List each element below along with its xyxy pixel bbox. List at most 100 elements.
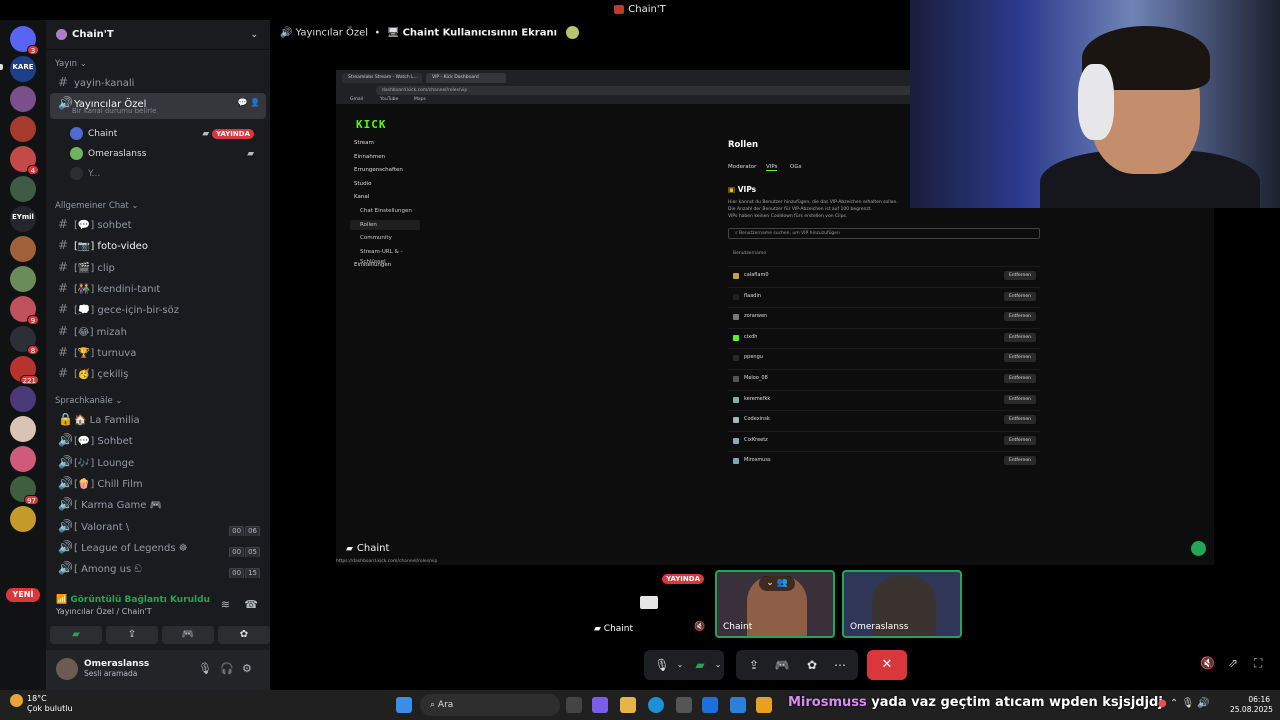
soundboard-icon[interactable]: ✿ [798, 650, 826, 680]
server-icon[interactable]: 4 [10, 146, 39, 175]
channel-yayin-kanali[interactable]: # yayin-kanali [50, 72, 266, 92]
remove-button[interactable]: Entfernen [1004, 271, 1036, 280]
vscode-icon[interactable] [730, 697, 746, 713]
voice-channel[interactable]: 🔊[ Among us ඞ 00 15 [50, 558, 266, 579]
edge-icon[interactable] [648, 697, 664, 713]
file-explorer-icon[interactable] [620, 697, 636, 713]
server-icon[interactable]: 97 [10, 476, 39, 505]
remove-button[interactable]: Entfernen [1004, 291, 1036, 301]
screenshare-icon[interactable]: ⇪ [740, 650, 768, 680]
voice-channel[interactable]: 🔊[ League of Legends ☸ 00 05 [50, 537, 266, 557]
bookmark[interactable]: Maps [414, 97, 426, 102]
server-icon[interactable] [10, 386, 36, 412]
gamepad-icon[interactable]: 🎮 [768, 650, 796, 680]
more-icon[interactable]: ⋯ [826, 650, 854, 680]
volume-icon[interactable]: 🔊 [1197, 698, 1209, 709]
task-view-icon[interactable] [566, 697, 582, 713]
text-channel[interactable]: # [💭] gece-için-bir-söz [50, 299, 266, 319]
server-icon[interactable]: 8 [10, 326, 39, 355]
call-tile-stream[interactable]: YAYINDA ▰ Chaint 🔇 [590, 570, 710, 638]
browser-url[interactable]: dashboard.kick.com/channel/roles/vip [376, 86, 936, 95]
voice-user-more[interactable]: Y... [70, 164, 260, 184]
noise-suppression-icon[interactable]: ≋ [221, 598, 230, 611]
channel-status[interactable]: Bir kanal durumu belirle [72, 106, 156, 116]
category-sprach[interactable]: Sprachkanäle ⌄ [50, 391, 266, 411]
outlook-icon[interactable] [702, 697, 718, 713]
server-icon[interactable] [10, 446, 36, 472]
text-channel[interactable]: # [🎬] clip [50, 257, 266, 277]
text-channel[interactable]: # [👫] kendini-tanıt [50, 278, 266, 298]
tab-moderator[interactable]: Moderator [728, 164, 756, 170]
guild-header[interactable]: Chain'T ⌄ [46, 20, 270, 50]
remove-button[interactable]: Entfernen [1004, 415, 1036, 425]
disconnect-icon[interactable]: ☎ [244, 598, 258, 611]
vip-search-input[interactable]: ⌕ Benutzername suchen, um VIP hinzuzufüg… [728, 228, 1040, 239]
voice-channel[interactable]: 🔊[🍿] Chill Film [50, 473, 266, 493]
voice-channel[interactable]: 🔊[ Karma Game 🎮 [50, 494, 266, 514]
kick-nav-item[interactable]: Einnahmen [344, 152, 422, 162]
server-icon[interactable] [10, 176, 36, 202]
volume-mute-icon[interactable]: 🔇 [694, 622, 705, 632]
kick-nav-item[interactable]: Rollen [350, 219, 420, 230]
text-channel[interactable]: # [😂] mizah [50, 321, 266, 341]
server-icon[interactable] [10, 506, 36, 532]
kick-nav-item[interactable]: Einstellungen [344, 260, 422, 270]
header-channel[interactable]: Yayıncılar Özel [296, 28, 368, 39]
server-icon[interactable] [10, 236, 36, 262]
kick-nav-item[interactable]: Errungenschaften [344, 165, 422, 175]
chevron-down-icon[interactable]: ⌄ [704, 650, 732, 680]
copilot-icon[interactable] [592, 697, 608, 713]
fullscreen-icon[interactable]: ⛶ [1254, 656, 1262, 671]
bookmark[interactable]: YouTube [380, 97, 398, 102]
screenshare-button[interactable]: ⇪ [106, 626, 158, 644]
remove-button[interactable]: Entfernen [1004, 394, 1036, 404]
category-genel[interactable]: Allgemeiner Chat ⌄ [50, 196, 266, 216]
server-icon[interactable]: KARE [10, 56, 36, 82]
voice-user-chaint[interactable]: Chaint ▰ YAYINDA [70, 124, 260, 144]
camera-button[interactable]: ▰ [50, 626, 102, 644]
tile-controls[interactable]: ⌄ 👥 [759, 576, 795, 591]
server-icon[interactable] [10, 266, 36, 292]
bookmark[interactable]: Gmail [350, 97, 363, 102]
kick-nav-item[interactable]: Stream [344, 138, 422, 148]
server-icon[interactable]: EYmil [10, 206, 36, 232]
server-icon[interactable] [10, 116, 36, 142]
kick-nav-item[interactable]: Community [350, 233, 428, 243]
voice-channel[interactable]: 🔊[ Valorant \ 00 06 [50, 516, 266, 536]
windows-start-icon[interactable] [396, 697, 412, 713]
kick-nav-item[interactable]: Chat Einstellungen [350, 206, 428, 216]
activity-button[interactable]: 🎮 [162, 626, 214, 644]
kick-nav-item[interactable]: Kanal [344, 192, 422, 202]
browser-tab[interactable]: Streamlabs Stream - Watch L... [342, 73, 422, 83]
remove-button[interactable]: Entfernen [1004, 435, 1036, 445]
microphone-icon[interactable]: 🎙 [1182, 698, 1195, 709]
text-channel[interactable]: # [📷] foto-video [50, 235, 266, 255]
soundboard-button[interactable]: ✿ [218, 626, 270, 644]
avatar[interactable] [56, 658, 78, 680]
call-tile-omeraslanss[interactable]: Omeraslanss [842, 570, 962, 638]
tray-app-icon[interactable]: ● [1158, 698, 1167, 709]
text-channel[interactable]: # [🏆] turnuva [50, 342, 266, 362]
server-icon[interactable] [10, 86, 36, 112]
remove-button[interactable]: Entfernen [1004, 456, 1036, 466]
end-call-button[interactable]: ✕ [867, 650, 907, 680]
remove-button[interactable]: Entfernen [1004, 332, 1036, 342]
tab-ogs[interactable]: OGs [790, 164, 801, 170]
browser-tab[interactable]: VIP - Kick Dashboard [426, 73, 506, 83]
voice-location[interactable]: Yayıncılar Özel / Chain'T [56, 607, 152, 616]
voice-channel[interactable]: 🔒🏠 La Familia [50, 409, 266, 429]
popout-icon[interactable]: ⇗ [1228, 656, 1238, 670]
chevron-up-icon[interactable]: ⌃ [1170, 698, 1178, 709]
tab-vips[interactable]: VIPs [766, 164, 778, 171]
remove-button[interactable]: Entfernen [1004, 353, 1036, 363]
taskbar-search[interactable]: ⌕ Ara [420, 694, 560, 716]
category-yayin[interactable]: Yayın ⌄ [50, 54, 266, 74]
text-channel[interactable]: # [🥳] çekiliş [50, 363, 266, 383]
store-icon[interactable] [676, 697, 692, 713]
voice-user-omeraslanss[interactable]: Omeraslanss ▰ [70, 144, 260, 164]
app-icon[interactable] [756, 697, 772, 713]
channel-yayincilar-ozel[interactable]: 🔊Yayıncılar Özel Bir kanal durumu belirl… [50, 93, 266, 119]
volume-mute-icon[interactable]: 🔇 [1200, 656, 1215, 670]
call-tile-chaint[interactable]: ⌄ 👥 Chaint [715, 570, 835, 638]
server-icon[interactable]: 3 [10, 26, 39, 55]
